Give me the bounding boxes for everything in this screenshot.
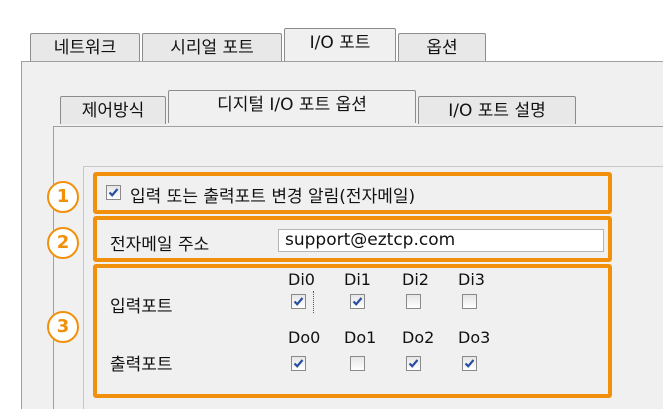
checkmark-icon — [293, 359, 304, 368]
io-settings-window: 네트워크 시리얼 포트 I/O 포트 옵션 제어방식 디지털 I/O 포트 옵션… — [0, 0, 663, 409]
checkmark-icon — [464, 359, 475, 368]
di3-checkbox[interactable] — [462, 294, 477, 309]
do3-label: Do3 — [458, 328, 491, 347]
do2-label: Do2 — [402, 328, 435, 347]
annotation-number-2: 2 — [47, 227, 79, 259]
do2-checkbox[interactable] — [406, 356, 421, 371]
do1-checkbox[interactable] — [350, 356, 365, 371]
notify-checkbox[interactable] — [106, 185, 121, 200]
tab-control-method[interactable]: 제어방식 — [60, 96, 166, 124]
output-port-label: 출력포트 — [110, 355, 173, 375]
di1-label: Di1 — [344, 270, 371, 289]
di0-checkbox[interactable] — [291, 294, 306, 309]
focus-indicator — [313, 291, 317, 313]
di0-label: Di0 — [288, 270, 315, 289]
tab-options[interactable]: 옵션 — [398, 33, 486, 61]
checkmark-icon — [293, 297, 304, 306]
email-input[interactable]: support@eztcp.com — [278, 229, 604, 252]
notify-label: 입력 또는 출력포트 변경 알림(전자메일) — [130, 187, 416, 207]
tab-network[interactable]: 네트워크 — [30, 33, 140, 61]
di2-label: Di2 — [402, 270, 429, 289]
do0-label: Do0 — [288, 328, 321, 347]
tab-serial-port[interactable]: 시리얼 포트 — [142, 33, 282, 61]
checkmark-icon — [108, 188, 119, 197]
email-label: 전자메일 주소 — [110, 235, 210, 255]
checkmark-icon — [352, 297, 363, 306]
tab-io-port[interactable]: I/O 포트 — [284, 28, 396, 61]
annotation-number-1: 1 — [47, 181, 79, 213]
do0-checkbox[interactable] — [291, 356, 306, 371]
tab-io-port-description[interactable]: I/O 포트 설명 — [418, 96, 576, 124]
di1-checkbox[interactable] — [350, 294, 365, 309]
tab-digital-io-options[interactable]: 디지털 I/O 포트 옵션 — [168, 90, 416, 123]
do1-label: Do1 — [344, 328, 377, 347]
di3-label: Di3 — [458, 270, 485, 289]
input-port-label: 입력포트 — [110, 297, 173, 317]
checkmark-icon — [408, 359, 419, 368]
di2-checkbox[interactable] — [406, 294, 421, 309]
annotation-number-3: 3 — [47, 311, 79, 343]
do3-checkbox[interactable] — [462, 356, 477, 371]
